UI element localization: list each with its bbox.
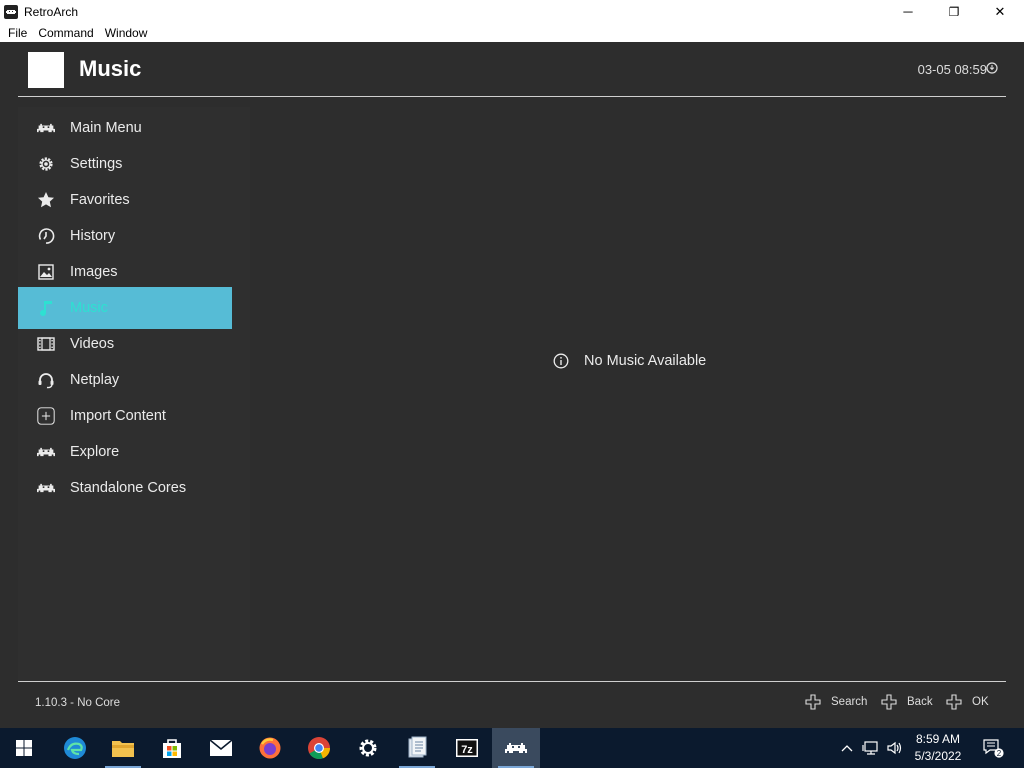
speaker-icon xyxy=(887,741,902,755)
taskbar-notepad[interactable] xyxy=(393,728,441,768)
network-icon xyxy=(862,741,878,755)
header-divider xyxy=(18,96,1006,97)
taskbar-7zip[interactable]: 7z xyxy=(443,728,491,768)
close-icon: ✕ xyxy=(994,3,1006,19)
sidebar-item-label: Images xyxy=(70,264,118,280)
window-title: RetroArch xyxy=(24,4,79,19)
sidebar-item-label: Videos xyxy=(70,336,115,352)
ok-action-label: OK xyxy=(972,696,989,708)
page-title: Music xyxy=(79,56,142,81)
minimize-button[interactable]: ─ xyxy=(885,0,931,23)
sidebar-item-label: Main Menu xyxy=(70,120,142,136)
taskbar-time: 8:59 AM xyxy=(915,732,961,746)
retroarch-invader-icon xyxy=(37,119,55,137)
taskbar-mail[interactable] xyxy=(197,728,245,768)
menu-file[interactable]: File xyxy=(8,26,27,40)
plus-icon xyxy=(37,407,55,425)
window-titlebar: RetroArch ─ ❐ ✕ xyxy=(0,0,1024,23)
store-icon xyxy=(163,739,181,758)
retroarch-invader-icon xyxy=(505,743,527,753)
retroarch-invader-icon xyxy=(37,443,55,461)
chevron-up-icon xyxy=(841,745,853,752)
ok-action[interactable]: OK xyxy=(946,694,989,710)
mail-icon xyxy=(209,739,233,756)
search-action-label: Search xyxy=(831,696,868,708)
back-action[interactable]: Back xyxy=(881,694,933,710)
taskbar-store[interactable] xyxy=(148,728,196,768)
document-app-icon xyxy=(408,736,427,758)
sidebar-item-standalone-cores[interactable]: Standalone Cores xyxy=(18,467,232,509)
tray-overflow-chevron[interactable] xyxy=(838,728,856,768)
taskbar-settings[interactable] xyxy=(344,728,392,768)
chrome-icon xyxy=(308,737,331,760)
minimize-icon: ─ xyxy=(903,4,913,19)
sidebar-item-label: Import Content xyxy=(70,408,166,424)
header: Music 03-05 08:59 xyxy=(0,42,1024,97)
headset-icon xyxy=(37,371,55,389)
dpad-icon xyxy=(881,694,897,710)
taskbar-edge[interactable] xyxy=(51,728,99,768)
sidebar-item-label: Standalone Cores xyxy=(70,480,187,496)
retroarch-invader-icon xyxy=(37,479,55,497)
sidebar-item-label: Settings xyxy=(70,156,123,172)
empty-state: No Music Available xyxy=(553,353,706,369)
windows-logo-icon xyxy=(16,740,32,756)
taskbar-clock[interactable]: 8:59 AM 5/3/2022 xyxy=(908,731,968,765)
menu-window[interactable]: Window xyxy=(105,26,148,40)
header-clock: 03-05 08:59 xyxy=(917,62,987,77)
taskbar-retroarch[interactable] xyxy=(492,728,540,768)
header-logo xyxy=(28,52,64,88)
info-icon xyxy=(553,353,569,369)
taskbar-chrome[interactable] xyxy=(295,728,343,768)
restore-icon: ❐ xyxy=(948,4,960,19)
seven-zip-icon: 7z xyxy=(456,739,478,757)
empty-message: No Music Available xyxy=(584,353,707,369)
menu-command[interactable]: Command xyxy=(38,26,93,40)
search-action[interactable]: Search xyxy=(805,694,867,710)
sidebar-item-label: Music xyxy=(70,300,108,316)
sidebar: Main Menu Settings Favorites History Ima… xyxy=(18,107,250,681)
svg-text:7z: 7z xyxy=(461,744,473,756)
maximize-button[interactable]: ❐ xyxy=(931,0,977,23)
notification-count: 2 xyxy=(997,749,1002,758)
power-clock-icon xyxy=(986,62,998,74)
back-action-label: Back xyxy=(907,696,933,708)
edge-icon xyxy=(64,737,86,759)
taskbar: 7z 8:59 AM 5/3/2022 2 xyxy=(0,728,1024,768)
sidebar-item-label: Explore xyxy=(70,444,120,460)
taskbar-firefox[interactable] xyxy=(246,728,294,768)
tray-volume[interactable] xyxy=(884,728,906,768)
history-clock-icon xyxy=(37,227,55,245)
music-note-icon xyxy=(37,299,55,317)
taskbar-file-explorer[interactable] xyxy=(99,728,147,768)
content-area xyxy=(250,107,1006,681)
footer-divider xyxy=(18,681,1006,682)
action-center-button[interactable]: 2 xyxy=(978,728,1008,768)
version-label: 1.10.3 - No Core xyxy=(35,697,121,709)
retroarch-app: Music 03-05 08:59 Main Menu Settings Fav… xyxy=(0,42,1024,728)
firefox-icon xyxy=(259,737,281,759)
sidebar-item-label: History xyxy=(70,228,116,244)
sidebar-item-label: Netplay xyxy=(70,372,120,388)
gear-icon xyxy=(37,155,55,173)
folder-icon xyxy=(112,741,134,757)
sidebar-item-label: Favorites xyxy=(70,192,130,208)
star-icon xyxy=(37,191,55,209)
close-button[interactable]: ✕ xyxy=(977,0,1023,23)
film-icon xyxy=(37,335,55,353)
notification-icon: 2 xyxy=(983,739,1004,758)
retroarch-app-icon xyxy=(4,4,18,19)
start-button[interactable] xyxy=(0,728,48,768)
tray-network[interactable] xyxy=(860,728,882,768)
dpad-icon xyxy=(946,694,962,710)
gear-icon xyxy=(359,739,377,757)
taskbar-date: 5/3/2022 xyxy=(914,749,962,763)
dpad-icon xyxy=(805,694,821,710)
image-icon xyxy=(37,263,55,281)
menubar: File Command Window xyxy=(0,23,1024,42)
